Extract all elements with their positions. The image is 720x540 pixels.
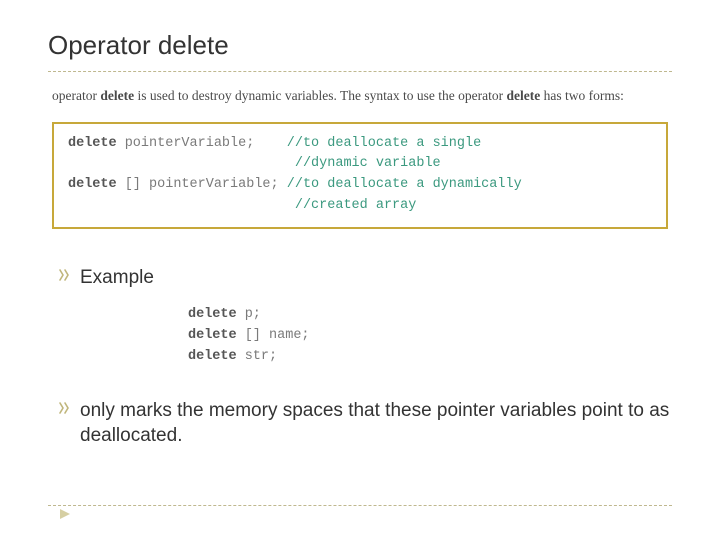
code-rest: str; <box>237 349 278 364</box>
code-line-1: delete pointerVariable; //to deallocate … <box>68 134 652 155</box>
code-keyword: delete <box>68 177 117 192</box>
code-line-4: //created array <box>68 196 652 217</box>
footer-arrow-icon <box>58 507 72 526</box>
code-keyword: delete <box>188 349 237 364</box>
code-rest: [] name; <box>237 328 310 343</box>
title-divider <box>48 71 672 72</box>
intro-keyword-2: delete <box>507 88 541 103</box>
bullet-note: only marks the memory spaces that these … <box>48 398 672 449</box>
syntax-code-box: delete pointerVariable; //to deallocate … <box>52 122 668 230</box>
code-keyword: delete <box>68 136 117 151</box>
code-comment: //to deallocate a single <box>287 136 481 151</box>
code-keyword: delete <box>188 328 237 343</box>
bullet-example-label: Example <box>80 265 154 291</box>
footer-divider <box>48 505 672 506</box>
code-identifier: pointerVariable; <box>117 136 287 151</box>
intro-suffix: has two forms: <box>540 88 624 103</box>
code-comment: //dynamic variable <box>68 156 441 171</box>
bullet-note-text: only marks the memory spaces that these … <box>80 398 672 449</box>
code-comment: //created array <box>68 198 416 213</box>
example-line-3: delete str; <box>188 347 672 368</box>
code-line-2: //dynamic variable <box>68 154 652 175</box>
code-keyword: delete <box>188 307 237 322</box>
intro-mid: is used to destroy dynamic variables. Th… <box>134 88 506 103</box>
example-code-block: delete p; delete [] name; delete str; <box>188 305 672 368</box>
bullet-icon <box>58 269 70 281</box>
bullet-example: Example <box>48 265 672 291</box>
code-comment: //to deallocate a dynamically <box>287 177 522 192</box>
slide-title: Operator delete <box>48 30 672 61</box>
example-line-2: delete [] name; <box>188 326 672 347</box>
bullet-icon <box>58 402 70 414</box>
code-identifier: [] pointerVariable; <box>117 177 287 192</box>
intro-paragraph: operator delete is used to destroy dynam… <box>48 86 672 106</box>
intro-keyword-1: delete <box>100 88 134 103</box>
code-rest: p; <box>237 307 261 322</box>
code-line-3: delete [] pointerVariable; //to dealloca… <box>68 175 652 196</box>
intro-prefix: operator <box>52 88 100 103</box>
example-line-1: delete p; <box>188 305 672 326</box>
